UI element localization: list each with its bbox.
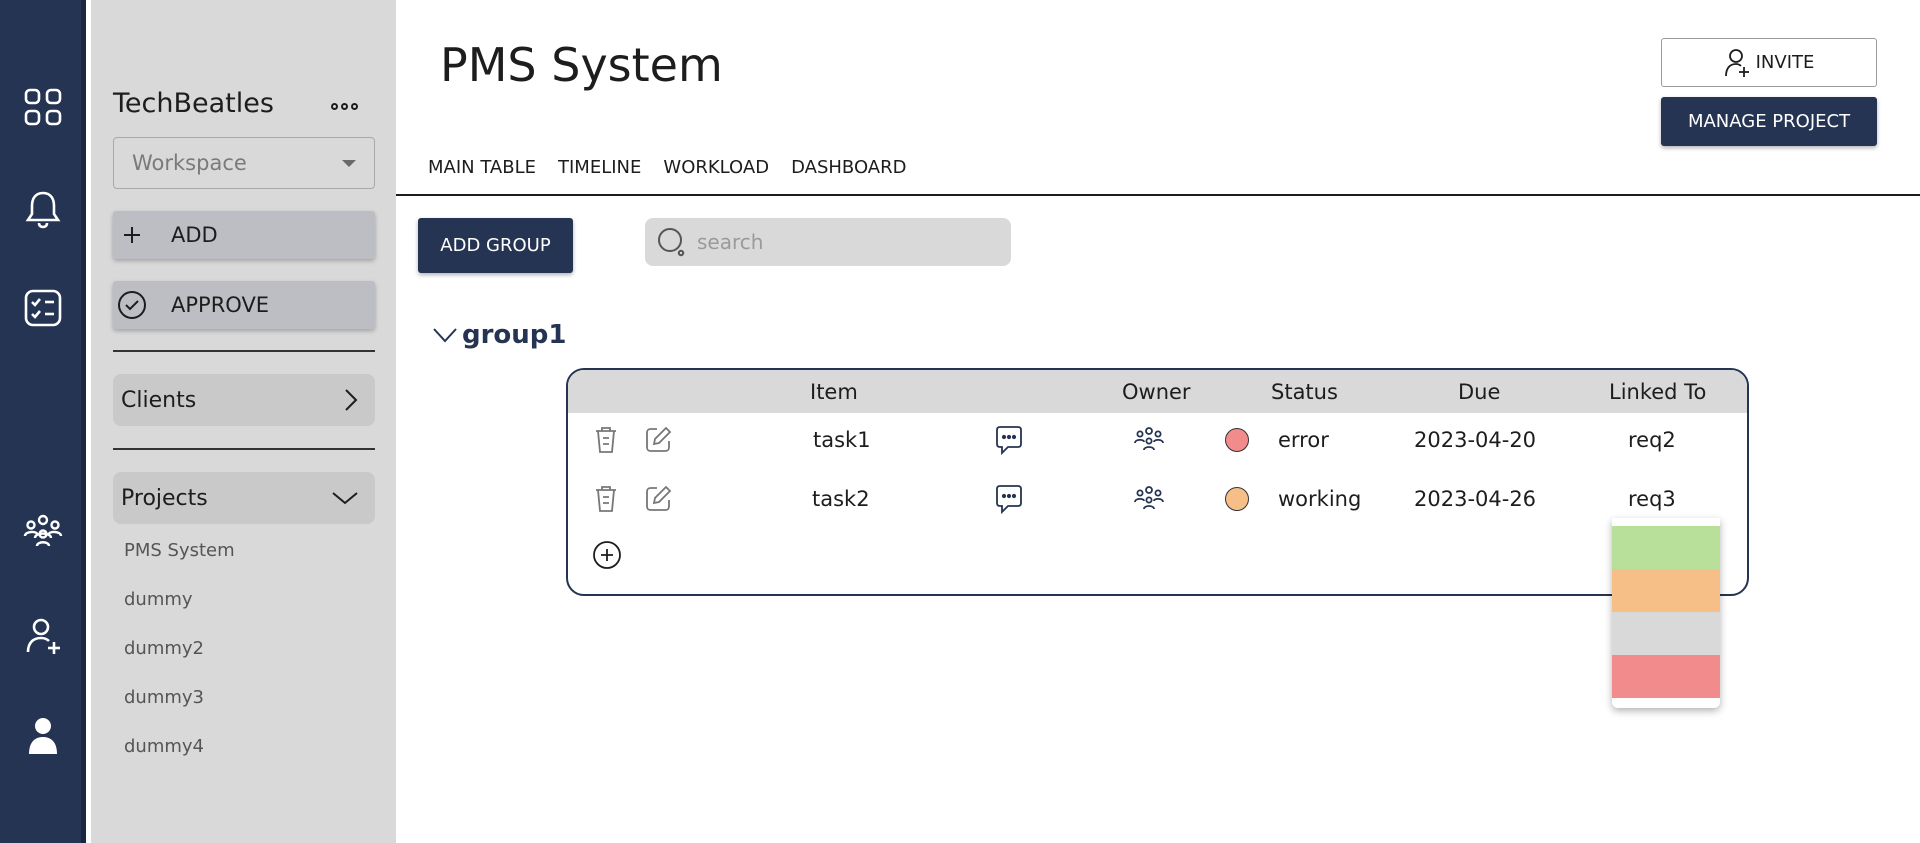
status-option-none[interactable] <box>1612 612 1720 655</box>
main-content: PMS System INVITE MANAGE PROJECT MAIN TA… <box>396 0 1920 843</box>
check-circle-icon <box>117 290 147 320</box>
project-item[interactable]: dummy2 <box>124 638 204 659</box>
project-item[interactable]: dummy3 <box>124 687 204 708</box>
column-status: Status <box>1271 380 1338 404</box>
item-name[interactable]: task1 <box>813 428 871 452</box>
chevron-right-icon <box>345 389 358 411</box>
search-input[interactable] <box>697 230 997 254</box>
column-owner: Owner <box>1122 380 1191 404</box>
search-icon <box>658 228 685 257</box>
projects-accordion[interactable]: Projects <box>113 472 375 524</box>
table-header: Item Owner Status Due Linked To <box>568 370 1747 413</box>
due-date[interactable]: 2023-04-26 <box>1414 487 1536 511</box>
checklist-icon[interactable] <box>18 283 68 333</box>
invite-label: INVITE <box>1755 52 1815 73</box>
tab-divider <box>396 194 1920 196</box>
approve-button[interactable]: APPROVE <box>113 281 375 329</box>
add-label: ADD <box>171 223 218 247</box>
tab-timeline[interactable]: TIMELINE <box>547 157 652 178</box>
status-option-working[interactable] <box>1612 569 1720 612</box>
team-icon[interactable] <box>18 507 68 557</box>
projects-label: Projects <box>121 485 208 511</box>
due-date[interactable]: 2023-04-20 <box>1414 428 1536 452</box>
more-options-icon[interactable] <box>331 96 367 116</box>
chevron-down-icon <box>433 328 457 343</box>
clients-label: Clients <box>121 387 197 413</box>
add-item-icon[interactable] <box>592 540 622 570</box>
comment-icon[interactable] <box>993 424 1025 456</box>
edit-icon[interactable] <box>642 483 674 515</box>
page-title: PMS System <box>440 38 723 92</box>
tab-dashboard[interactable]: DASHBOARD <box>780 157 917 178</box>
column-linked-to: Linked To <box>1609 380 1707 404</box>
chevron-down-icon <box>332 492 358 505</box>
trash-icon[interactable] <box>590 424 622 456</box>
search-box[interactable] <box>645 218 1011 266</box>
workspace-select[interactable]: Workspace <box>113 137 375 189</box>
column-item: Item <box>810 380 858 404</box>
manage-project-button[interactable]: MANAGE PROJECT <box>1661 97 1877 146</box>
status-text[interactable]: error <box>1278 428 1329 452</box>
caret-down-icon <box>342 160 356 167</box>
group-name: group1 <box>462 320 567 350</box>
status-option-error[interactable] <box>1612 655 1720 698</box>
owner-team-icon[interactable] <box>1133 424 1165 456</box>
add-user-icon[interactable] <box>18 611 68 661</box>
view-tabs: MAIN TABLE TIMELINE WORKLOAD DASHBOARD <box>428 157 917 178</box>
sidebar-divider <box>113 350 375 352</box>
workspace-select-value: Workspace <box>132 151 247 175</box>
status-dropdown <box>1612 518 1720 708</box>
sidebar: TechBeatles Workspace ADD APPROVE Client… <box>91 0 396 843</box>
status-text[interactable]: working <box>1278 487 1361 511</box>
project-item[interactable]: PMS System <box>124 540 235 561</box>
invite-button[interactable]: INVITE <box>1661 38 1877 87</box>
status-option-done[interactable] <box>1612 526 1720 569</box>
icon-rail <box>0 0 86 843</box>
trash-icon[interactable] <box>590 483 622 515</box>
status-dot[interactable] <box>1225 428 1249 452</box>
dashboard-icon[interactable] <box>18 82 68 132</box>
bell-icon[interactable] <box>18 184 68 234</box>
approve-label: APPROVE <box>171 293 270 317</box>
plus-icon <box>117 220 147 250</box>
clients-accordion[interactable]: Clients <box>113 374 375 426</box>
owner-team-icon[interactable] <box>1133 483 1165 515</box>
group-header[interactable]: group1 <box>432 320 567 350</box>
add-group-button[interactable]: ADD GROUP <box>418 218 573 273</box>
add-button[interactable]: ADD <box>113 211 375 259</box>
linked-to[interactable]: req3 <box>1628 487 1676 511</box>
edit-icon[interactable] <box>642 424 674 456</box>
status-dot[interactable] <box>1225 487 1249 511</box>
add-user-icon <box>1724 48 1749 77</box>
project-item[interactable]: dummy <box>124 589 193 610</box>
sidebar-divider <box>113 448 375 450</box>
comment-icon[interactable] <box>993 483 1025 515</box>
item-name[interactable]: task2 <box>812 487 870 511</box>
linked-to[interactable]: req2 <box>1628 428 1676 452</box>
workspace-title: TechBeatles <box>113 88 274 119</box>
tab-workload[interactable]: WORKLOAD <box>652 157 780 178</box>
tab-main-table[interactable]: MAIN TABLE <box>428 157 547 178</box>
profile-icon[interactable] <box>18 711 68 761</box>
group-table: Item Owner Status Due Linked To task1 er… <box>566 368 1749 596</box>
column-due: Due <box>1458 380 1501 404</box>
project-item[interactable]: dummy4 <box>124 736 204 757</box>
